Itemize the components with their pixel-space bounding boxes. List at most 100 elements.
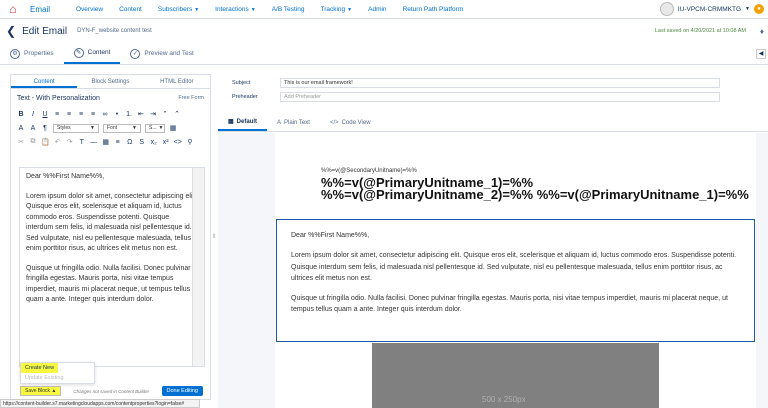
preheader-row: Preheader Add Preheader [218,90,766,104]
home-icon[interactable]: ⌂ [6,2,20,16]
superscript-icon[interactable]: x² [162,139,170,146]
align-left-icon[interactable]: ≡ [53,111,61,118]
omega-icon[interactable]: Ω [126,139,134,146]
notification-icon[interactable]: ● [754,4,764,14]
app-name[interactable]: Email [30,5,76,14]
selected-text-block[interactable]: Dear %%First Name%%, Lorem ipsum dolor s… [276,219,755,342]
chevron-up-icon: ▲ [51,388,57,394]
align-center-icon[interactable]: ≡ [65,111,73,118]
styles-dropdown[interactable]: Styles ▼ [53,123,99,133]
cut-icon[interactable]: ✂ [17,138,25,146]
save-block-button[interactable]: Save Block ▲ [20,386,62,396]
code-icon: </> [329,119,339,126]
text-color-icon[interactable]: A [17,125,25,132]
body-paragraph: Quisque ut fringilla odio. Nulla facilis… [291,295,728,314]
update-existing-option[interactable]: Update Existing [21,373,94,383]
underline-icon[interactable]: U [41,111,49,118]
image-block[interactable]: 500 x 250px [372,343,659,408]
search-icon[interactable]: ⚲ [186,138,194,146]
table-icon[interactable]: ▦ [102,138,110,146]
outdent-icon[interactable]: ⇤ [137,110,145,118]
tag-icon[interactable]: ♦ [760,27,764,36]
primary-unit-heading-2[interactable]: %%=v(@PrimaryUnitname_2)=%% %%=v(@Primar… [321,187,749,202]
editor-scrollbar[interactable] [192,168,204,366]
background-color-icon[interactable]: A [29,125,37,132]
email-fields: Subject This is our email framework! Pre… [218,76,766,106]
status-url: https://content-builder.s7.marketingclou… [0,399,200,408]
quote-icon[interactable]: ” [161,111,169,118]
done-editing-button[interactable]: Done Editing [161,386,203,396]
redo-icon[interactable]: ↷ [66,138,74,146]
panel-footer: Save Block ▲ Changes not saved in Conten… [10,384,211,398]
align-right-icon[interactable]: ≡ [77,111,85,118]
code-icon[interactable]: <> [174,139,182,146]
personalization-icon[interactable]: ▦ [169,124,177,132]
create-new-option[interactable]: Create New [21,363,59,373]
back-arrow-icon[interactable]: ❮ [6,24,16,38]
size-dropdown[interactable]: S... ▼ [145,123,165,133]
tab-content[interactable]: ✎ Content [63,43,121,64]
chevron-down-icon: ▼ [158,125,164,131]
remove-format-icon[interactable]: T [78,139,86,146]
strikethrough-icon[interactable]: S [138,139,146,146]
toolbar-row-1: B I U ≡ ≡ ≡ ≡ ∞ • 1. ⇤ ⇥ ” ⌃ [11,107,210,121]
save-block-menu: Create New Update Existing [20,362,95,384]
tab-code-view[interactable]: </> Code View [320,114,381,131]
subject-input[interactable]: This is our email framework! [280,78,720,88]
format-icon[interactable]: ¶ [41,125,49,132]
link-icon[interactable]: ∞ [101,111,109,118]
account-area: IU-VPCM-CRMMKTG ▼ ● [659,2,764,16]
copy-icon[interactable]: ⧉ [29,138,37,146]
nav-admin[interactable]: Admin [368,6,386,13]
rich-text-editor[interactable]: Dear %%First Name%%, Lorem ipsum dolor s… [19,167,205,367]
block-header: Text - With Personalization Free Form [11,89,210,107]
tab-plain-text[interactable]: A Plain Text [267,114,320,131]
numbered-list-icon[interactable]: 1. [125,111,133,118]
justify-icon[interactable]: ≡ [89,111,97,118]
horizontal-rule-icon[interactable]: ― [90,139,98,146]
unsaved-notice: Changes not saved in Content Builder [73,388,150,394]
editor-tabs: ⚙ Properties ✎ Content ✓ Preview and Test ◀ [0,43,768,65]
chevron-down-icon: ▼ [132,125,137,131]
paste-icon[interactable]: 📋 [41,138,50,146]
subtab-block-settings[interactable]: Block Settings [77,75,143,88]
avatar[interactable] [659,2,674,16]
undo-icon[interactable]: ↶ [54,138,62,146]
body-paragraph: Dear %%First Name%%, [291,232,370,239]
subtab-content[interactable]: Content [11,75,78,88]
resize-handle-icon[interactable]: ‖ [213,234,215,240]
subtab-html-editor[interactable]: HTML Editor [144,75,210,88]
account-name[interactable]: IU-VPCM-CRMMKTG [678,6,741,13]
nav-ab-testing[interactable]: A/B Testing [272,6,305,13]
tab-properties[interactable]: ⚙ Properties [0,43,64,64]
block-title: Text - With Personalization [17,95,100,102]
chevron-down-icon: ▼ [347,6,353,13]
italic-icon[interactable]: I [29,111,37,118]
check-icon: ✓ [130,48,141,59]
bullet-list-icon[interactable]: • [113,111,121,118]
tab-preview-and-test[interactable]: ✓ Preview and Test [120,43,203,64]
nav-return-path[interactable]: Return Path Platform [403,6,464,13]
nav-subscribers[interactable]: Subscribers ▼ [158,6,199,13]
font-dropdown[interactable]: Font ▼ [103,123,141,133]
nav-interactions[interactable]: Interactions ▼ [215,6,256,13]
source-icon[interactable]: ≡ [114,139,122,146]
chevron-down-icon[interactable]: ▼ [745,6,750,12]
tab-default[interactable]: ▦ Default [218,114,268,131]
nav-tracking[interactable]: Tracking ▼ [320,6,352,13]
editor-paragraph: Quisque ut fringilla odio. Nulla facilis… [26,264,191,304]
bold-icon[interactable]: B [17,111,25,118]
preheader-input[interactable]: Add Preheader [280,92,720,102]
secondary-unit-text[interactable]: %%=v(@SecondaryUnitname)=%% [321,168,417,174]
indent-icon[interactable]: ⇥ [149,110,157,118]
subscript-icon[interactable]: x₂ [150,139,158,146]
block-mode: Free Form [178,95,204,101]
nav-overview[interactable]: Overview [76,6,103,13]
collapse-toolbar-icon[interactable]: ⌃ [173,110,181,118]
preview-tabs: ▦ Default A Plain Text </> Code View [218,114,768,132]
nav-content[interactable]: Content [119,6,142,13]
text-icon: A [277,119,282,126]
subject-label: Subject [232,80,251,86]
collapse-panel-icon[interactable]: ◀ [756,49,766,59]
toolbar-row-3: ✂ ⧉ 📋 ↶ ↷ T ― ▦ ≡ Ω S x₂ x² <> ⚲ [11,135,210,149]
